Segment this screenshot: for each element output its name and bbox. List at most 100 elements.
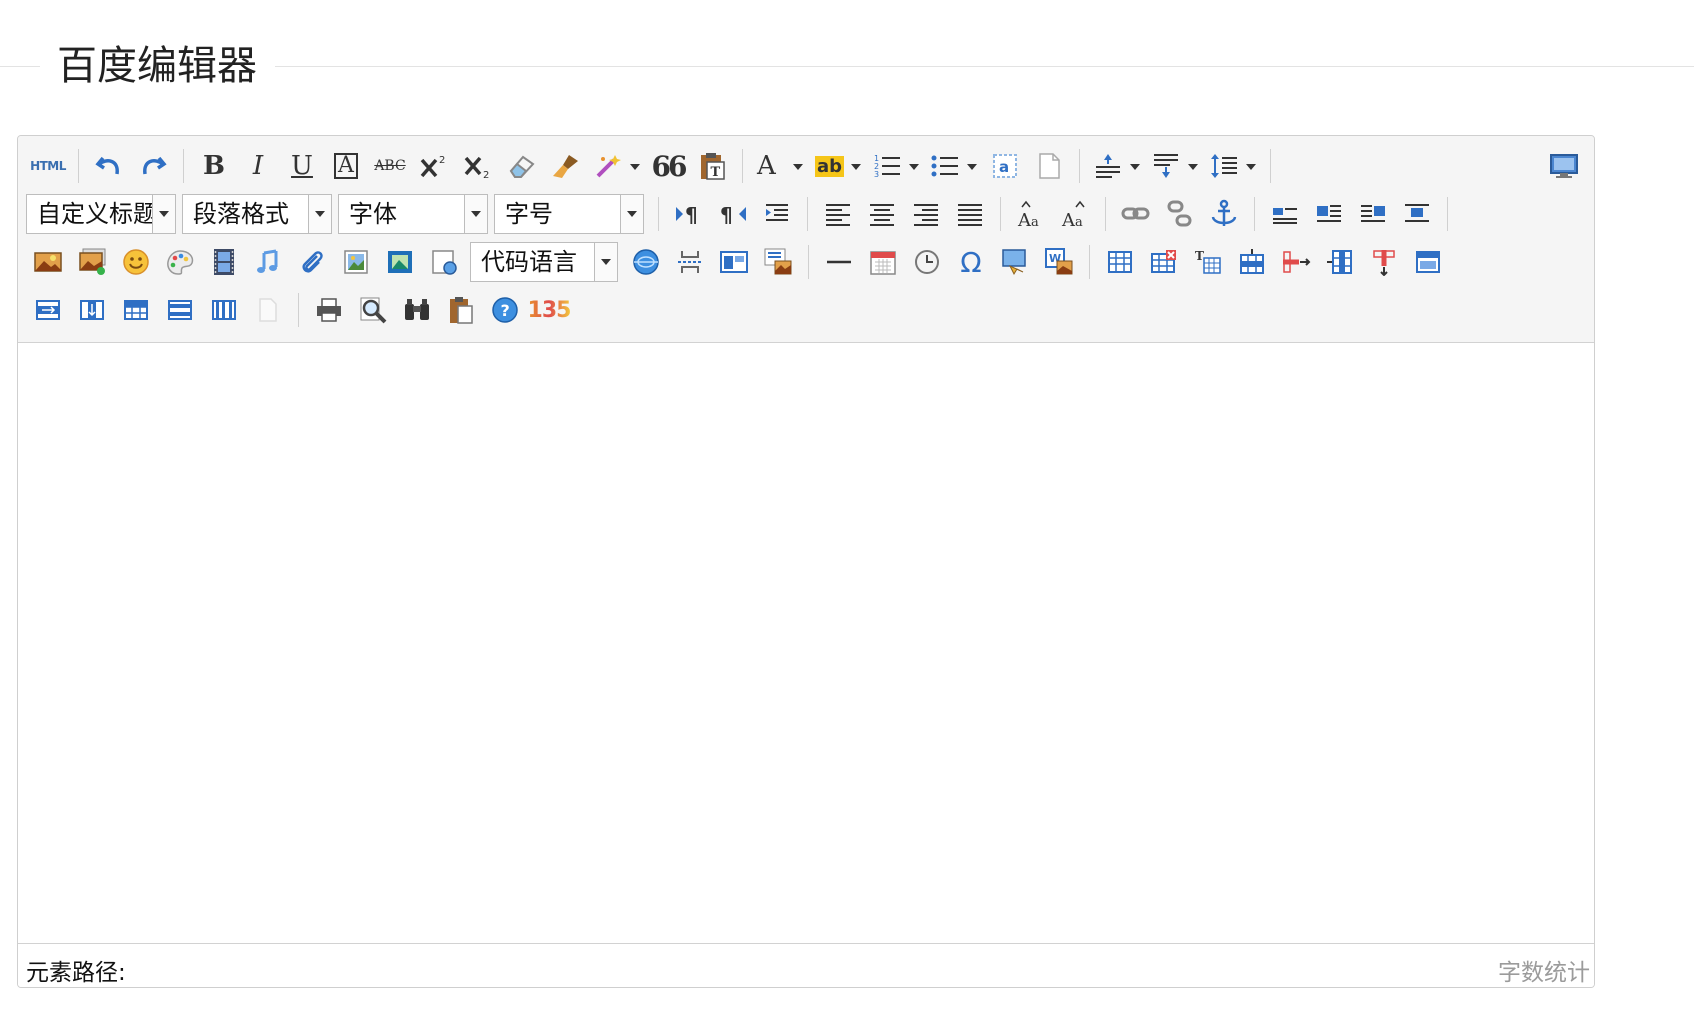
undo-button[interactable] (87, 146, 131, 186)
wordimage-icon (764, 248, 792, 275)
split-to-cells-button[interactable] (202, 290, 246, 330)
code-language-select[interactable]: 代码语言 (470, 242, 618, 282)
select-all-icon: a (993, 154, 1017, 178)
horizontal-rule-button[interactable] (817, 242, 861, 282)
paragraph-format-select[interactable]: 段落格式 (182, 194, 332, 234)
image-left-button[interactable] (1307, 194, 1351, 234)
align-right-button[interactable] (904, 194, 948, 234)
direction-ltr-button[interactable]: ¶ (667, 194, 711, 234)
align-center-button[interactable] (860, 194, 904, 234)
align-left-button[interactable] (816, 194, 860, 234)
row-spacing-top-button[interactable] (1088, 146, 1146, 186)
line-height-button[interactable] (1204, 146, 1262, 186)
unlink-button[interactable] (1158, 194, 1202, 234)
snapscreen-button[interactable] (993, 242, 1037, 282)
italic-button[interactable]: I (236, 146, 280, 186)
merge-down-button[interactable] (70, 290, 114, 330)
insert-music-button[interactable] (246, 242, 290, 282)
insert-paragraph-before-table-button[interactable]: T (1186, 242, 1230, 282)
to-uppercase-button[interactable]: Aa (1009, 194, 1053, 234)
insert-frame-layout-button[interactable] (712, 242, 756, 282)
insert-time-button[interactable] (905, 242, 949, 282)
emotion-button[interactable] (114, 242, 158, 282)
select-all-button[interactable]: a (983, 146, 1027, 186)
delete-column-button[interactable] (1362, 242, 1406, 282)
toolbar-separator (1447, 197, 1448, 231)
insert-table-button[interactable] (1098, 242, 1142, 282)
fontborder-button[interactable]: A (324, 146, 368, 186)
word-count-label[interactable]: 字数统计 (1498, 953, 1590, 987)
special-chars-button[interactable]: Ω (949, 242, 993, 282)
import-word-button[interactable]: W (1037, 242, 1081, 282)
ordered-list-button[interactable]: 123 (867, 146, 925, 186)
preview-button[interactable] (351, 290, 395, 330)
service-135-button[interactable]: 135 (527, 290, 572, 330)
merge-right-button[interactable] (26, 290, 70, 330)
paste-button[interactable] (439, 290, 483, 330)
image-center-button[interactable] (1395, 194, 1439, 234)
redo-button[interactable] (131, 146, 175, 186)
indent-button[interactable] (755, 194, 799, 234)
image-none-button[interactable] (1263, 194, 1307, 234)
delete-row-button[interactable] (1274, 242, 1318, 282)
underline-button[interactable]: U (280, 146, 324, 186)
word-image-button[interactable] (756, 242, 800, 282)
split-to-rows-button[interactable] (114, 290, 158, 330)
attachment-button[interactable] (290, 242, 334, 282)
direction-rtl-button[interactable]: ¶ (711, 194, 755, 234)
merge-cells-button[interactable] (1406, 242, 1450, 282)
insert-map-button[interactable] (624, 242, 668, 282)
smiley-icon (123, 249, 149, 275)
paste-plain-button[interactable]: T (690, 146, 734, 186)
autotypeset-button[interactable] (588, 146, 646, 186)
multi-image-button[interactable] (70, 242, 114, 282)
page-break-button[interactable] (668, 242, 712, 282)
fullscreen-button[interactable] (1542, 146, 1586, 186)
subscript-button[interactable]: 2 (456, 146, 500, 186)
multi-image-icon (79, 248, 106, 275)
clipboard-icon (450, 297, 473, 324)
blockquote-button[interactable]: 66 (646, 146, 690, 186)
insert-image-button[interactable] (26, 242, 70, 282)
split-to-cols-button[interactable] (158, 290, 202, 330)
image-right-button[interactable] (1351, 194, 1395, 234)
delete-table-button[interactable] (1142, 242, 1186, 282)
link-button[interactable] (1114, 194, 1158, 234)
background-color-button[interactable]: ab (809, 146, 867, 186)
row-spacing-bottom-button[interactable] (1146, 146, 1204, 186)
insert-video-button[interactable] (202, 242, 246, 282)
remove-format-button[interactable] (500, 146, 544, 186)
indent-icon (766, 204, 788, 221)
font-family-select[interactable]: 字体 (338, 194, 488, 234)
format-match-button[interactable] (544, 146, 588, 186)
insert-frame-button[interactable] (334, 242, 378, 282)
custom-heading-select[interactable]: 自定义标题 (26, 194, 176, 234)
bold-button[interactable]: B (192, 146, 236, 186)
font-size-select[interactable]: 字号 (494, 194, 644, 234)
insert-row-button[interactable] (1230, 242, 1274, 282)
scrawl-button[interactable] (158, 242, 202, 282)
lowercase-icon: Aa (1061, 200, 1085, 229)
print-button[interactable] (307, 290, 351, 330)
charts-button[interactable] (246, 290, 290, 330)
font-color-button[interactable]: A (751, 146, 809, 186)
insert-date-button[interactable] (861, 242, 905, 282)
anchor-button[interactable] (1202, 194, 1246, 234)
insert-column-button[interactable] (1318, 242, 1362, 282)
strikethrough-button[interactable]: ABC (368, 146, 412, 186)
template-button[interactable] (378, 242, 422, 282)
chevron-down-icon (630, 164, 640, 170)
to-lowercase-button[interactable]: Aa (1053, 194, 1097, 234)
toolbar-separator (807, 197, 808, 231)
align-justify-button[interactable] (948, 194, 992, 234)
anchor-icon (1211, 199, 1237, 226)
background-button[interactable] (422, 242, 466, 282)
superscript-button[interactable]: 2 (412, 146, 456, 186)
clear-document-button[interactable] (1027, 146, 1071, 186)
help-button[interactable]: ? (483, 290, 527, 330)
editor-content-area[interactable] (18, 343, 1594, 943)
chevron-down-icon (1246, 164, 1256, 170)
html-source-button[interactable]: HTML (26, 146, 70, 186)
unordered-list-button[interactable] (925, 146, 983, 186)
search-replace-button[interactable] (395, 290, 439, 330)
